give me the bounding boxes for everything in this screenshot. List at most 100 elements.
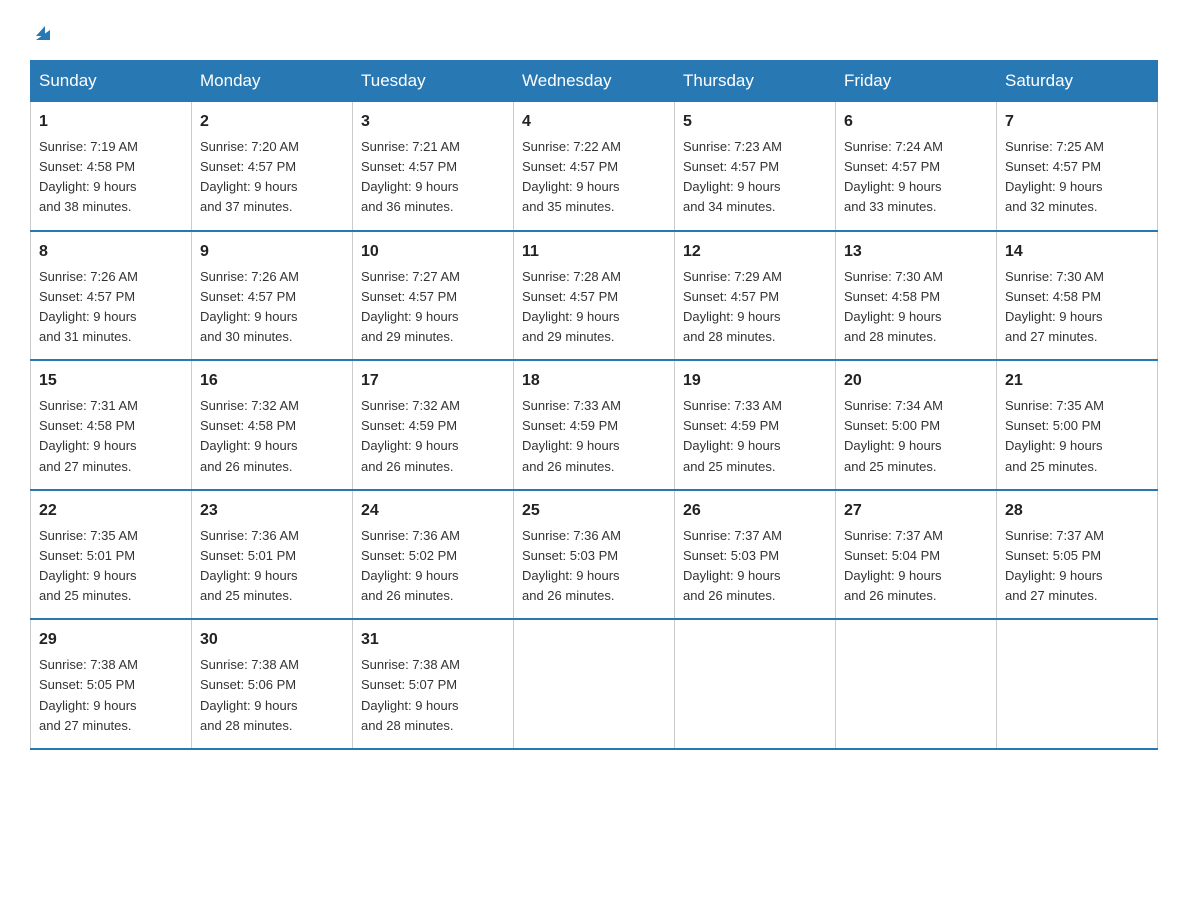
header-cell-friday: Friday — [836, 61, 997, 102]
logo — [30, 20, 54, 40]
day-info: Sunrise: 7:23 AMSunset: 4:57 PMDaylight:… — [683, 137, 827, 218]
day-number: 15 — [39, 369, 183, 393]
table-row: 14Sunrise: 7:30 AMSunset: 4:58 PMDayligh… — [997, 231, 1158, 361]
table-row: 7Sunrise: 7:25 AMSunset: 4:57 PMDaylight… — [997, 102, 1158, 231]
calendar-body: 1 Sunrise: 7:19 AMSunset: 4:58 PMDaylight… — [31, 102, 1158, 749]
table-row: 19Sunrise: 7:33 AMSunset: 4:59 PMDayligh… — [675, 360, 836, 490]
table-row: 22Sunrise: 7:35 AMSunset: 5:01 PMDayligh… — [31, 490, 192, 620]
day-info: Sunrise: 7:36 AMSunset: 5:01 PMDaylight:… — [200, 526, 344, 607]
table-row: 26Sunrise: 7:37 AMSunset: 5:03 PMDayligh… — [675, 490, 836, 620]
table-row: 31Sunrise: 7:38 AMSunset: 5:07 PMDayligh… — [353, 619, 514, 749]
day-info: Sunrise: 7:30 AMSunset: 4:58 PMDaylight:… — [844, 267, 988, 348]
day-number: 21 — [1005, 369, 1149, 393]
week-row-1: 1 Sunrise: 7:19 AMSunset: 4:58 PMDaylight… — [31, 102, 1158, 231]
day-info: Sunrise: 7:22 AMSunset: 4:57 PMDaylight:… — [522, 137, 666, 218]
header-cell-wednesday: Wednesday — [514, 61, 675, 102]
table-row: 20Sunrise: 7:34 AMSunset: 5:00 PMDayligh… — [836, 360, 997, 490]
week-row-5: 29 Sunrise: 7:38 AMSunset: 5:05 PMDayligh… — [31, 619, 1158, 749]
day-info: Sunrise: 7:32 AMSunset: 4:58 PMDaylight:… — [200, 396, 344, 477]
day-info: Sunrise: 7:24 AMSunset: 4:57 PMDaylight:… — [844, 137, 988, 218]
table-row: 16 Sunrise: 7:32 AMSunset: 4:58 PMDayligh… — [192, 360, 353, 490]
day-number: 18 — [522, 369, 666, 393]
day-number: 1 — [39, 110, 183, 134]
day-number: 24 — [361, 499, 505, 523]
day-number: 11 — [522, 240, 666, 264]
table-row: 3 Sunrise: 7:21 AMSunset: 4:57 PMDaylight… — [353, 102, 514, 231]
day-info: Sunrise: 7:32 AMSunset: 4:59 PMDaylight:… — [361, 396, 505, 477]
table-row: 28 Sunrise: 7:37 AMSunset: 5:05 PMDayligh… — [997, 490, 1158, 620]
table-row: 2Sunrise: 7:20 AMSunset: 4:57 PMDaylight… — [192, 102, 353, 231]
day-info: Sunrise: 7:34 AMSunset: 5:00 PMDaylight:… — [844, 396, 988, 477]
day-info: Sunrise: 7:31 AMSunset: 4:58 PMDaylight:… — [39, 396, 183, 477]
table-row: 9Sunrise: 7:26 AMSunset: 4:57 PMDaylight… — [192, 231, 353, 361]
day-number: 5 — [683, 110, 827, 134]
header-cell-thursday: Thursday — [675, 61, 836, 102]
day-info: Sunrise: 7:36 AMSunset: 5:03 PMDaylight:… — [522, 526, 666, 607]
day-number: 26 — [683, 499, 827, 523]
day-info: Sunrise: 7:20 AMSunset: 4:57 PMDaylight:… — [200, 137, 344, 218]
day-number: 30 — [200, 628, 344, 652]
day-info: Sunrise: 7:19 AMSunset: 4:58 PMDaylight:… — [39, 137, 183, 218]
table-row: 27 Sunrise: 7:37 AMSunset: 5:04 PMDayligh… — [836, 490, 997, 620]
table-row: 10 Sunrise: 7:27 AMSunset: 4:57 PMDayligh… — [353, 231, 514, 361]
day-info: Sunrise: 7:33 AMSunset: 4:59 PMDaylight:… — [522, 396, 666, 477]
table-row: 29 Sunrise: 7:38 AMSunset: 5:05 PMDayligh… — [31, 619, 192, 749]
day-number: 6 — [844, 110, 988, 134]
day-number: 28 — [1005, 499, 1149, 523]
day-info: Sunrise: 7:29 AMSunset: 4:57 PMDaylight:… — [683, 267, 827, 348]
header-cell-sunday: Sunday — [31, 61, 192, 102]
day-info: Sunrise: 7:38 AMSunset: 5:06 PMDaylight:… — [200, 655, 344, 736]
day-number: 16 — [200, 369, 344, 393]
table-row: 1 Sunrise: 7:19 AMSunset: 4:58 PMDaylight… — [31, 102, 192, 231]
day-info: Sunrise: 7:38 AMSunset: 5:07 PMDaylight:… — [361, 655, 505, 736]
header-cell-tuesday: Tuesday — [353, 61, 514, 102]
table-row: 13 Sunrise: 7:30 AMSunset: 4:58 PMDayligh… — [836, 231, 997, 361]
calendar-table: SundayMondayTuesdayWednesdayThursdayFrid… — [30, 60, 1158, 750]
header-cell-saturday: Saturday — [997, 61, 1158, 102]
day-number: 12 — [683, 240, 827, 264]
table-row: 8Sunrise: 7:26 AMSunset: 4:57 PMDaylight… — [31, 231, 192, 361]
day-info: Sunrise: 7:28 AMSunset: 4:57 PMDaylight:… — [522, 267, 666, 348]
week-row-4: 22Sunrise: 7:35 AMSunset: 5:01 PMDayligh… — [31, 490, 1158, 620]
logo-triangle-icon — [32, 22, 54, 44]
table-row: 5 Sunrise: 7:23 AMSunset: 4:57 PMDaylight… — [675, 102, 836, 231]
table-row: 15 Sunrise: 7:31 AMSunset: 4:58 PMDayligh… — [31, 360, 192, 490]
day-number: 3 — [361, 110, 505, 134]
week-row-2: 8Sunrise: 7:26 AMSunset: 4:57 PMDaylight… — [31, 231, 1158, 361]
day-info: Sunrise: 7:35 AMSunset: 5:00 PMDaylight:… — [1005, 396, 1149, 477]
day-number: 13 — [844, 240, 988, 264]
day-number: 25 — [522, 499, 666, 523]
table-row — [514, 619, 675, 749]
day-number: 7 — [1005, 110, 1149, 134]
table-row — [997, 619, 1158, 749]
day-info: Sunrise: 7:37 AMSunset: 5:05 PMDaylight:… — [1005, 526, 1149, 607]
table-row: 30 Sunrise: 7:38 AMSunset: 5:06 PMDayligh… — [192, 619, 353, 749]
day-info: Sunrise: 7:36 AMSunset: 5:02 PMDaylight:… — [361, 526, 505, 607]
calendar-header: SundayMondayTuesdayWednesdayThursdayFrid… — [31, 61, 1158, 102]
day-number: 10 — [361, 240, 505, 264]
day-info: Sunrise: 7:26 AMSunset: 4:57 PMDaylight:… — [39, 267, 183, 348]
day-info: Sunrise: 7:38 AMSunset: 5:05 PMDaylight:… — [39, 655, 183, 736]
header-cell-monday: Monday — [192, 61, 353, 102]
day-number: 4 — [522, 110, 666, 134]
week-row-3: 15 Sunrise: 7:31 AMSunset: 4:58 PMDayligh… — [31, 360, 1158, 490]
table-row: 12 Sunrise: 7:29 AMSunset: 4:57 PMDayligh… — [675, 231, 836, 361]
day-info: Sunrise: 7:35 AMSunset: 5:01 PMDaylight:… — [39, 526, 183, 607]
day-number: 19 — [683, 369, 827, 393]
day-number: 27 — [844, 499, 988, 523]
day-number: 14 — [1005, 240, 1149, 264]
page-header — [30, 20, 1158, 40]
day-number: 29 — [39, 628, 183, 652]
day-info: Sunrise: 7:37 AMSunset: 5:04 PMDaylight:… — [844, 526, 988, 607]
table-row: 24 Sunrise: 7:36 AMSunset: 5:02 PMDayligh… — [353, 490, 514, 620]
day-number: 9 — [200, 240, 344, 264]
day-number: 23 — [200, 499, 344, 523]
table-row: 11 Sunrise: 7:28 AMSunset: 4:57 PMDayligh… — [514, 231, 675, 361]
day-info: Sunrise: 7:27 AMSunset: 4:57 PMDaylight:… — [361, 267, 505, 348]
header-row: SundayMondayTuesdayWednesdayThursdayFrid… — [31, 61, 1158, 102]
day-info: Sunrise: 7:21 AMSunset: 4:57 PMDaylight:… — [361, 137, 505, 218]
table-row: 21 Sunrise: 7:35 AMSunset: 5:00 PMDayligh… — [997, 360, 1158, 490]
table-row — [836, 619, 997, 749]
table-row: 18 Sunrise: 7:33 AMSunset: 4:59 PMDayligh… — [514, 360, 675, 490]
table-row — [675, 619, 836, 749]
